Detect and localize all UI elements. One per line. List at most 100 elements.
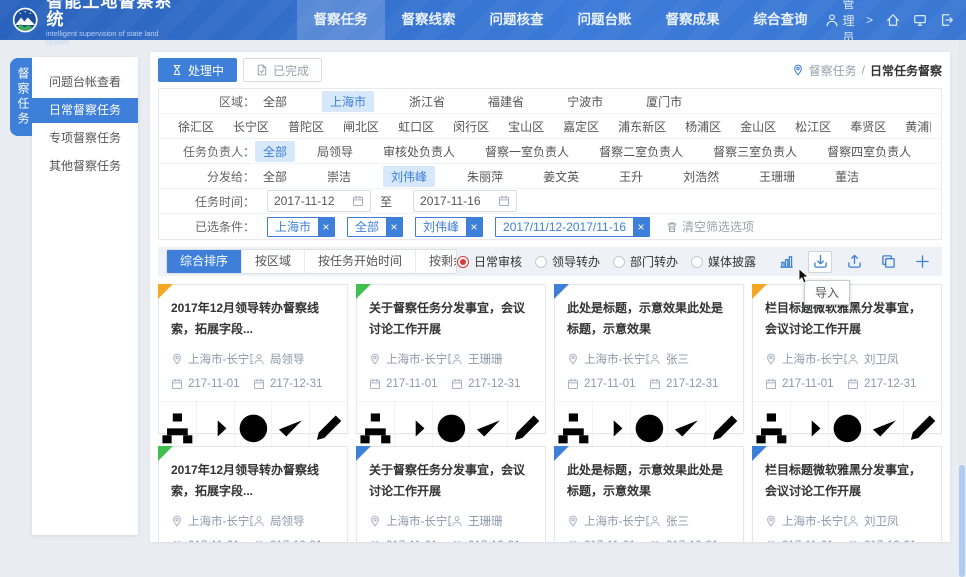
district-option-14[interactable]: 黄浦区 (900, 116, 931, 137)
assignee-option-8[interactable]: 王珊珊 (751, 166, 803, 187)
owner-option-2[interactable]: 局领导 (309, 141, 361, 162)
assignee-option-5[interactable]: 姜文英 (535, 166, 587, 187)
district-option-5[interactable]: 虹口区 (393, 116, 439, 137)
task-card[interactable]: 2017年12月领导转办督察线索，拓展字段...上海市-长宁区局领导217-11… (158, 284, 348, 434)
sort-tab-2[interactable]: 按区域 (242, 250, 305, 273)
task-card[interactable]: 栏目标题微软雅黑分发事宜，会议讨论工作开展上海市-长宁区刘卫凤217-11-01… (752, 284, 942, 434)
region-option-5[interactable]: 宁波市 (559, 91, 611, 112)
region-option-6[interactable]: 厦门市 (638, 91, 690, 112)
district-option-10[interactable]: 杨浦区 (680, 116, 726, 137)
sidebar-vertical-tab[interactable]: 督察任务 (10, 58, 32, 136)
tag-close-icon[interactable]: × (318, 217, 334, 237)
card-dates-row: 217-11-01217-12-31 (753, 378, 941, 390)
radio-2[interactable]: 领导转办 (535, 253, 600, 270)
user-menu[interactable]: 管理员> (825, 0, 873, 46)
tag-close-icon[interactable]: × (466, 217, 482, 237)
tab-processing-label: 处理中 (188, 62, 224, 79)
export-icon[interactable] (842, 251, 866, 273)
radio-1[interactable]: 日常审核 (457, 253, 522, 270)
scrollbar-thumb[interactable] (959, 465, 965, 577)
assignee-option-1[interactable]: 全部 (255, 166, 295, 187)
district-option-1[interactable]: 徐汇区 (173, 116, 219, 137)
district-option-3[interactable]: 普陀区 (283, 116, 329, 137)
district-option-8[interactable]: 嘉定区 (558, 116, 604, 137)
nav-item-4[interactable]: 问题台账 (561, 0, 649, 40)
tab-processing[interactable]: 处理中 (158, 58, 237, 82)
logout-icon[interactable] (940, 13, 954, 27)
owner-option-4[interactable]: 督察一室负责人 (477, 141, 577, 162)
task-card[interactable]: 关于督察任务分发事宜，会议讨论工作开展上海市-长宁区王珊珊217-11-0121… (356, 446, 546, 542)
district-option-7[interactable]: 宝山区 (503, 116, 549, 137)
district-option-2[interactable]: 长宁区 (228, 116, 274, 137)
sidebar-item-4[interactable]: 其他督察任务 (32, 154, 138, 179)
district-option-9[interactable]: 浦东新区 (613, 116, 671, 137)
statistics-icon[interactable] (774, 251, 798, 273)
assignee-option-9[interactable]: 董洁 (827, 166, 867, 187)
person-icon (649, 515, 661, 527)
owner-option-7[interactable]: 督察四室负责人 (819, 141, 919, 162)
owner-option-1[interactable]: 全部 (255, 141, 295, 162)
sidebar-item-1[interactable]: 问题台帐查看 (32, 70, 138, 95)
import-icon[interactable] (808, 251, 832, 273)
owner-option-6[interactable]: 督察三室负责人 (705, 141, 805, 162)
radio-dot (613, 256, 625, 268)
tab-completed[interactable]: 已完成 (243, 58, 322, 82)
district-options: 徐汇区长宁区普陀区闸北区虹口区闵行区宝山区嘉定区浦东新区杨浦区金山区松江区奉贤区… (173, 116, 931, 137)
district-option-12[interactable]: 松江区 (790, 116, 836, 137)
nav-item-3[interactable]: 问题核查 (473, 0, 561, 40)
start-date-input[interactable]: 2017-11-12 (267, 190, 371, 212)
radio-dot (691, 256, 703, 268)
assignee-option-4[interactable]: 朱丽萍 (459, 166, 511, 187)
region-option-1[interactable]: 全部 (255, 91, 295, 112)
monitor-icon[interactable] (913, 13, 927, 27)
nav-item-2[interactable]: 督察线索 (385, 0, 473, 40)
person-icon (253, 353, 265, 365)
sort-tab-1[interactable]: 综合排序 (167, 250, 242, 273)
scrollbar-track[interactable] (958, 40, 966, 542)
owner-option-3[interactable]: 审核处负责人 (375, 141, 463, 162)
add-icon[interactable] (910, 251, 934, 273)
main-nav: 督察任务督察线索问题核查问题台账督察成果综合查询 (297, 0, 825, 40)
copy-icon[interactable] (876, 251, 900, 273)
region-option-2[interactable]: 上海市 (322, 91, 374, 112)
owner-option-5[interactable]: 督察二室负责人 (591, 141, 691, 162)
sort-tab-3[interactable]: 按任务开始时间 (305, 250, 416, 273)
filter-row-districts: 徐汇区长宁区普陀区闸北区虹口区闵行区宝山区嘉定区浦东新区杨浦区金山区松江区奉贤区… (159, 114, 941, 139)
region-option-3[interactable]: 浙江省 (401, 91, 453, 112)
radio-3[interactable]: 部门转办 (613, 253, 678, 270)
assignee-option-7[interactable]: 刘浩然 (675, 166, 727, 187)
card-meta-row: 上海市-长宁区刘卫凤 (753, 351, 941, 367)
card-person-label: 刘卫凤 (864, 513, 899, 529)
end-date-input[interactable]: 2017-11-16 (413, 190, 517, 212)
card-person-label: 局领导 (270, 351, 305, 367)
assignee-option-3[interactable]: 刘伟峰 (383, 166, 435, 187)
sort-tab-4[interactable]: 按剩余时间 (416, 250, 457, 273)
district-option-6[interactable]: 闵行区 (448, 116, 494, 137)
district-option-4[interactable]: 闸北区 (338, 116, 384, 137)
breadcrumb-parent[interactable]: 督察任务 (809, 62, 857, 79)
district-option-13[interactable]: 奉贤区 (845, 116, 891, 137)
nav-item-5[interactable]: 督察成果 (649, 0, 737, 40)
filter-panel: 区域： 全部上海市浙江省福建省宁波市厦门市 徐汇区长宁区普陀区闸北区虹口区闵行区… (158, 88, 942, 240)
sidebar-item-3[interactable]: 专项督察任务 (32, 126, 138, 151)
region-option-4[interactable]: 福建省 (480, 91, 532, 112)
task-card[interactable]: 关于督察任务分发事宜，会议讨论工作开展上海市-长宁区王珊珊217-11-0121… (356, 284, 546, 434)
tag-close-icon[interactable]: × (633, 217, 649, 237)
assignee-option-6[interactable]: 王升 (611, 166, 651, 187)
card-end-date-label: 217-12-31 (270, 378, 322, 390)
tag-close-icon[interactable]: × (386, 217, 402, 237)
card-corner-ribbon (752, 446, 767, 461)
clear-filters-button[interactable]: 清空筛选选项 (666, 218, 754, 235)
assignee-option-2[interactable]: 崇洁 (319, 166, 359, 187)
task-card[interactable]: 此处是标题，示意效果此处是标题，示意效果上海市-长宁区张三217-11-0121… (554, 284, 744, 434)
home-icon[interactable] (886, 13, 900, 27)
sidebar-item-2[interactable]: 日常督察任务 (32, 98, 138, 123)
radio-4[interactable]: 媒体披露 (691, 253, 756, 270)
task-card[interactable]: 此处是标题，示意效果此处是标题，示意效果上海市-长宁区张三217-11-0121… (554, 446, 744, 542)
task-card[interactable]: 栏目标题微软雅黑分发事宜，会议讨论工作开展上海市-长宁区刘卫凤217-11-01… (752, 446, 942, 542)
task-card[interactable]: 2017年12月领导转办督察线索，拓展字段...上海市-长宁区局领导217-11… (158, 446, 348, 542)
card-end-date-label: 217-12-31 (864, 378, 916, 390)
nav-item-6[interactable]: 综合查询 (737, 0, 825, 40)
district-option-11[interactable]: 金山区 (735, 116, 781, 137)
nav-item-1[interactable]: 督察任务 (297, 0, 385, 40)
